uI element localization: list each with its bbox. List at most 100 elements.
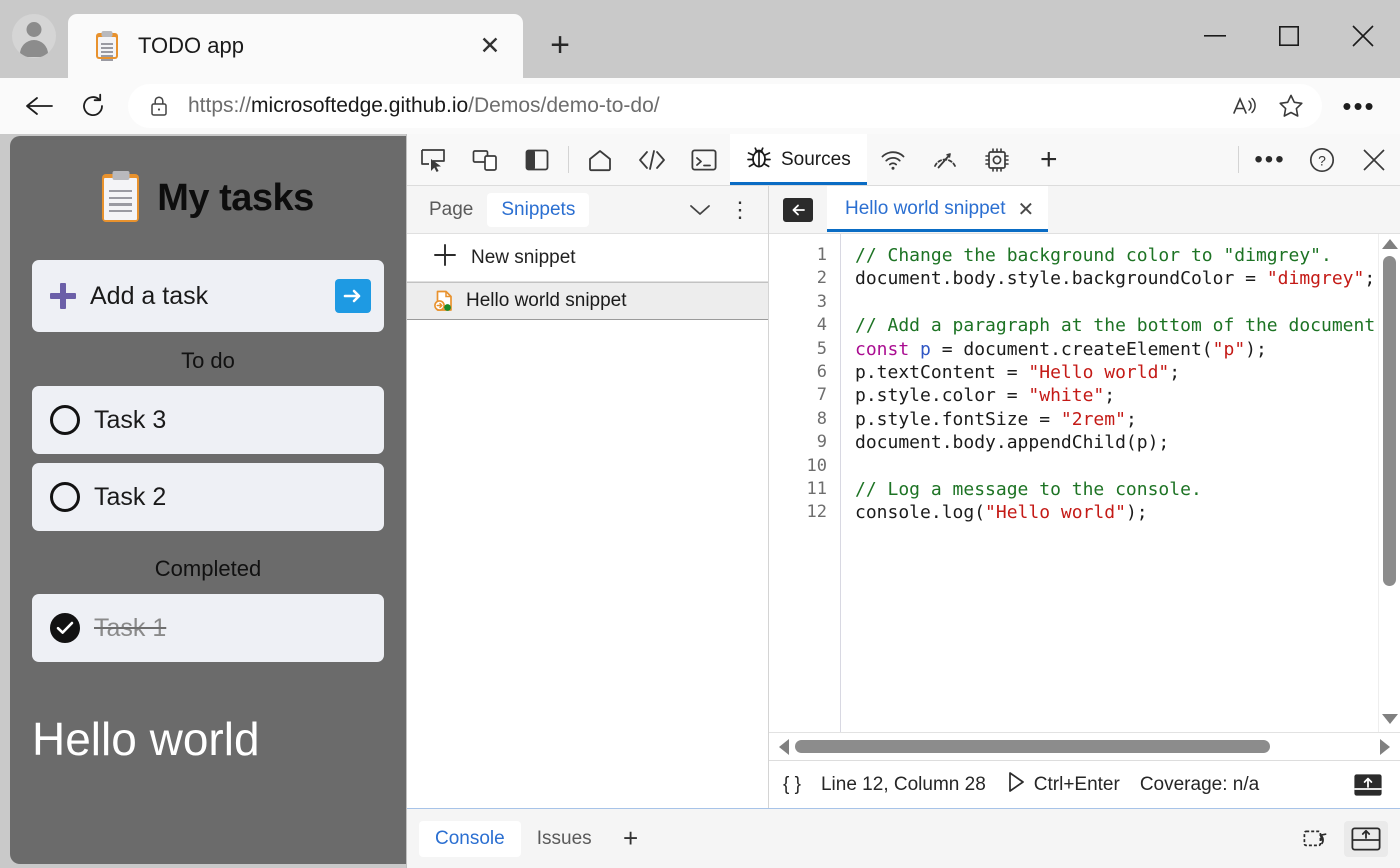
drawer-tab-console[interactable]: Console: [419, 821, 521, 857]
sources-editor: Hello world snippet ✕ 1 2 3 4 5 6 7: [769, 186, 1400, 808]
show-navigator-icon[interactable]: [783, 198, 813, 222]
line-number: 6: [769, 361, 827, 384]
snippet-name: Hello world snippet: [466, 290, 627, 312]
scroll-left-icon[interactable]: [779, 739, 789, 755]
line-number: 7: [769, 384, 827, 407]
browser-tab[interactable]: TODO app ✕: [68, 14, 523, 78]
navigator-tab-page[interactable]: Page: [415, 193, 487, 227]
line-number-gutter: 1 2 3 4 5 6 7 8 9 10 11 12: [769, 234, 841, 732]
editor-vertical-scrollbar[interactable]: [1378, 234, 1400, 732]
page-title: My tasks: [157, 177, 314, 220]
profile-button[interactable]: [0, 0, 68, 78]
performance-gauge-icon[interactable]: [919, 134, 971, 185]
line-number: 12: [769, 501, 827, 524]
reload-button[interactable]: [66, 84, 120, 128]
code-line: const p = document.createElement("p");: [855, 338, 1400, 361]
task-row[interactable]: Task 2: [32, 463, 384, 531]
restore-drawer-icon[interactable]: [1294, 821, 1338, 857]
lock-icon: [146, 95, 172, 117]
elements-code-icon[interactable]: [626, 134, 678, 185]
scrollbar-thumb[interactable]: [1383, 256, 1396, 586]
code-line: p.textContent = "Hello world";: [855, 361, 1400, 384]
code-line: p.style.fontSize = "2rem";: [855, 408, 1400, 431]
tab-title: TODO app: [138, 33, 471, 59]
more-panels-button[interactable]: +: [1023, 134, 1075, 185]
navigator-tabbar: Page Snippets ⋮: [407, 186, 768, 234]
line-number: 2: [769, 267, 827, 290]
scrollbar-track[interactable]: [795, 740, 1374, 753]
drawer-actions: [1294, 821, 1388, 857]
window-close-button[interactable]: [1326, 0, 1400, 72]
devtools-tab-sources[interactable]: Sources: [730, 134, 867, 185]
add-task-input[interactable]: Add a task: [32, 260, 384, 332]
task-checkbox-icon[interactable]: [50, 405, 80, 435]
toolbar-divider: [568, 146, 569, 173]
drawer-tab-issues[interactable]: Issues: [521, 821, 608, 857]
memory-chip-icon[interactable]: [971, 134, 1023, 185]
url-scheme: https://: [188, 94, 251, 117]
devtools-close-button[interactable]: [1348, 134, 1400, 185]
add-task-placeholder: Add a task: [90, 282, 335, 311]
code-line: document.body.appendChild(p);: [855, 431, 1400, 454]
star-icon[interactable]: [1268, 86, 1314, 126]
code-line: [855, 455, 1400, 478]
pretty-print-button[interactable]: { }: [783, 774, 801, 796]
code-area: 1 2 3 4 5 6 7 8 9 10 11 12: [769, 234, 1400, 732]
editor-tabbar: Hello world snippet ✕: [769, 186, 1400, 234]
pretty-print-label: { }: [783, 774, 801, 796]
clipboard-icon: [102, 174, 139, 222]
task-checkbox-icon[interactable]: [50, 482, 80, 512]
close-icon[interactable]: ✕: [1018, 197, 1035, 222]
task-row-completed[interactable]: Task 1: [32, 594, 384, 662]
new-snippet-button[interactable]: New snippet: [407, 234, 768, 282]
viewport: My tasks Add a task To do Task 3 Task 2 …: [0, 134, 1400, 868]
task-row[interactable]: Task 3: [32, 386, 384, 454]
drawer-add-tab-button[interactable]: +: [608, 823, 654, 854]
back-button[interactable]: [12, 84, 66, 128]
address-bar: https://microsoftedge.github.io/Demos/de…: [0, 78, 1400, 134]
dock-side-icon[interactable]: [511, 134, 563, 185]
console-terminal-icon[interactable]: [678, 134, 730, 185]
network-wifi-icon[interactable]: [867, 134, 919, 185]
device-emulation-icon[interactable]: [459, 134, 511, 185]
chevron-down-icon[interactable]: [680, 190, 720, 230]
new-tab-button[interactable]: +: [535, 20, 585, 70]
editor-tab-hello-world-snippet[interactable]: Hello world snippet ✕: [827, 186, 1048, 232]
browser-window: TODO app ✕ + https://micr: [0, 0, 1400, 868]
scroll-down-icon[interactable]: [1382, 714, 1398, 724]
devtools-body: Page Snippets ⋮ New snipp: [407, 186, 1400, 808]
code-line: // Change the background color to "dimgr…: [855, 244, 1400, 267]
list-item[interactable]: Hello world snippet: [407, 282, 768, 320]
editor-horizontal-scrollbar[interactable]: [769, 732, 1400, 760]
inspect-element-icon[interactable]: [407, 134, 459, 185]
task-label: Task 1: [94, 614, 166, 643]
code-editor-content[interactable]: // Change the background color to "dimgr…: [841, 234, 1400, 732]
editor-statusbar: { } Line 12, Column 28 Ctrl+Enter Covera…: [769, 760, 1400, 808]
window-minimize-button[interactable]: [1178, 0, 1252, 72]
scrollbar-thumb[interactable]: [795, 740, 1270, 753]
scroll-right-icon[interactable]: [1380, 739, 1390, 755]
devtools-help-button[interactable]: ?: [1296, 134, 1348, 185]
clipboard-icon: [96, 33, 118, 59]
line-number: 9: [769, 431, 827, 454]
navigator-tab-snippets[interactable]: Snippets: [487, 193, 589, 227]
window-maximize-button[interactable]: [1252, 0, 1326, 72]
scroll-up-icon[interactable]: [1382, 239, 1398, 249]
tab-close-icon[interactable]: ✕: [471, 27, 509, 65]
navigator-menu-icon[interactable]: ⋮: [720, 190, 760, 230]
devtools-toolbar: Sources + ••• ?: [407, 134, 1400, 186]
url-input[interactable]: https://microsoftedge.github.io/Demos/de…: [128, 84, 1322, 128]
navigator-tools: ⋮: [680, 190, 760, 230]
read-aloud-icon[interactable]: [1222, 86, 1268, 126]
toolbar-spacer: [1075, 134, 1233, 185]
coverage-status: Coverage: n/a: [1140, 774, 1259, 796]
task-checkbox-checked-icon[interactable]: [50, 613, 80, 643]
run-snippet-button[interactable]: Ctrl+Enter: [1006, 771, 1120, 799]
add-task-submit-button[interactable]: [335, 279, 371, 313]
hide-drawer-icon[interactable]: [1344, 821, 1388, 857]
browser-settings-button[interactable]: •••: [1330, 84, 1388, 128]
devtools-overflow-button[interactable]: •••: [1244, 134, 1296, 185]
show-drawer-icon[interactable]: [1350, 770, 1386, 800]
window-controls: [1178, 0, 1400, 72]
welcome-home-icon[interactable]: [574, 134, 626, 185]
